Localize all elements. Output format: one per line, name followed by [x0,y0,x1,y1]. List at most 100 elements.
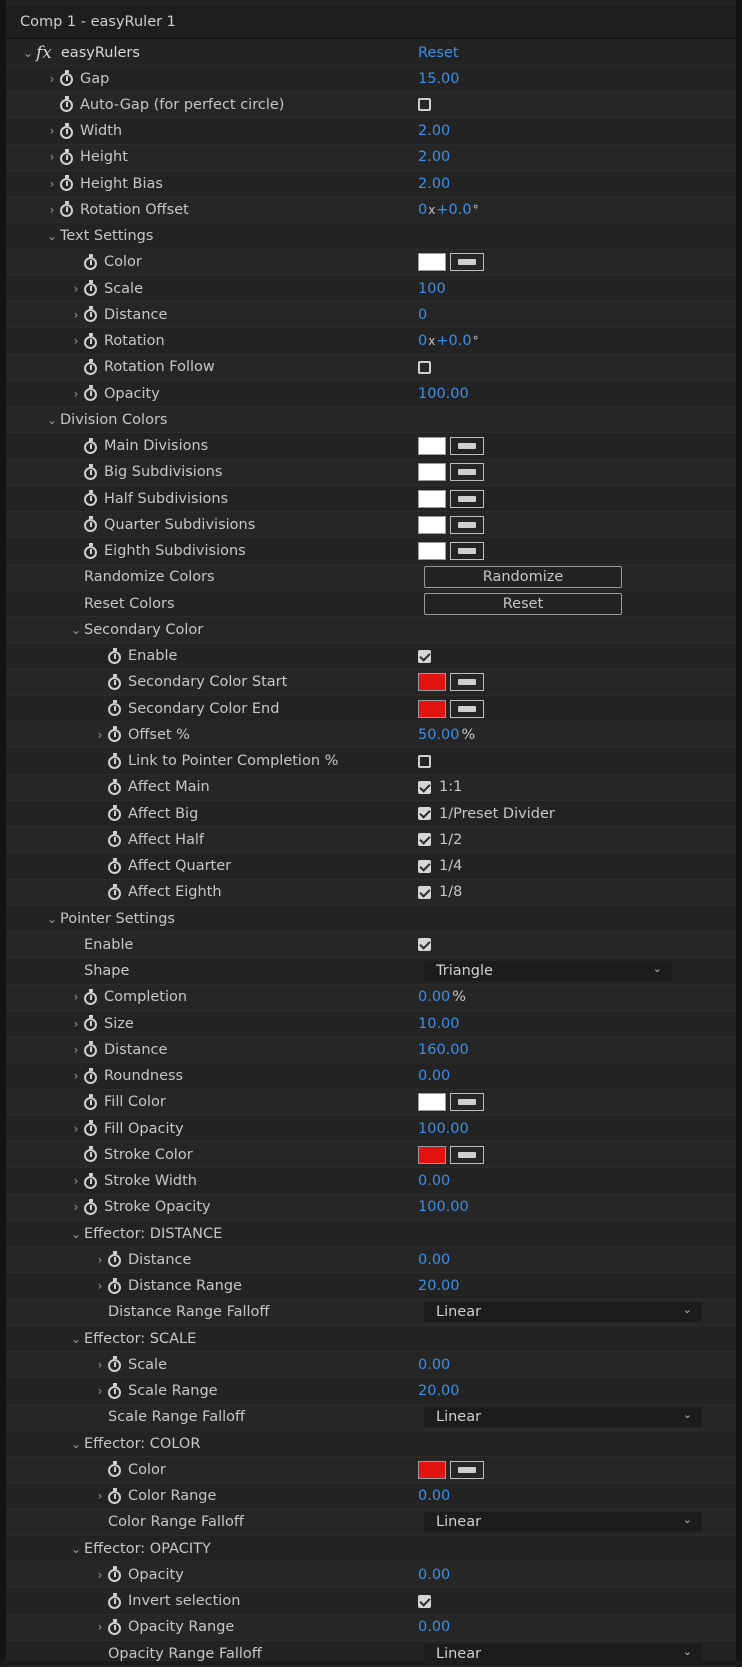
dropdown-select[interactable]: Linear ⌄ [424,1302,702,1323]
property-value[interactable]: 100.00 [418,1194,469,1220]
eyedropper-icon[interactable] [450,542,484,560]
property-row-fill-color[interactable]: Fill Color [6,1089,736,1116]
property-row-invert-selection[interactable]: Invert selection [6,1589,736,1615]
stopwatch-icon[interactable] [108,647,121,664]
stopwatch-icon[interactable] [84,490,97,506]
property-value[interactable]: 10.00 [418,1011,460,1037]
effect-header-row[interactable]: ⌄ fx easyRulers Reset [6,40,736,66]
property-row-affect-big[interactable]: Affect Big 1/Preset Divider [6,801,736,827]
stopwatch-icon[interactable] [60,175,73,191]
stopwatch-icon[interactable] [108,1566,121,1583]
eyedropper-icon[interactable] [450,673,484,692]
property-row-opacity-range-falloff[interactable]: Opacity Range Falloff Linear ⌄ [6,1641,736,1667]
property-row-affect-half[interactable]: Affect Half 1/2 [6,827,736,854]
eyedropper-icon[interactable] [450,253,484,272]
effect-reset-link[interactable]: Reset [418,40,459,66]
property-row-secondary-color-end[interactable]: Secondary Color End [6,696,736,722]
eyedropper-icon[interactable] [450,1093,484,1112]
stopwatch-icon[interactable] [108,726,121,743]
property-row-height[interactable]: › Height 2.00 [6,144,736,171]
color-swatch[interactable] [418,1145,446,1164]
property-value[interactable]: 0.00 [418,1614,450,1640]
property-row-opacity[interactable]: › Opacity 0.00 [6,1562,736,1589]
chevron-right-icon[interactable]: › [68,1017,84,1031]
chevron-right-icon[interactable]: › [68,387,84,401]
property-row-affect-main[interactable]: Affect Main 1:1 [6,774,736,801]
property-row-main-divisions[interactable]: Main Divisions [6,434,736,460]
property-value[interactable]: 0.00 [418,1168,450,1194]
property-row-offset[interactable]: › Offset % 50.00% [6,722,736,749]
property-row-scale[interactable]: › Scale 0.00 [6,1352,736,1379]
property-value[interactable]: 2.00 [418,118,450,144]
checkbox[interactable] [418,649,431,663]
property-row-enable[interactable]: Enable [6,644,736,670]
chevron-down-icon[interactable]: ⌄ [20,46,36,60]
property-row-effector-distance[interactable]: ⌄ Effector: DISTANCE [6,1221,736,1247]
property-value[interactable]: 0.00 [418,1063,450,1089]
stopwatch-icon[interactable] [84,385,97,401]
stopwatch-icon[interactable] [108,673,121,690]
stopwatch-icon[interactable] [84,1015,97,1031]
chevron-right-icon[interactable]: › [68,1200,84,1214]
property-row-eighth-subdivisions[interactable]: Eighth Subdivisions [6,539,736,565]
property-row-distance-range-falloff[interactable]: Distance Range Falloff Linear ⌄ [6,1299,736,1326]
dropdown-caret-icon[interactable]: ⌄ [653,962,662,975]
stopwatch-icon[interactable] [108,1277,121,1294]
chevron-down-icon[interactable]: ⌄ [68,1542,84,1556]
checkbox[interactable] [418,1594,431,1608]
stopwatch-icon[interactable] [108,883,121,900]
property-row-roundness[interactable]: › Roundness 0.00 [6,1064,736,1090]
property-row-secondary-color-start[interactable]: Secondary Color Start [6,669,736,696]
property-row-rotation-follow[interactable]: Rotation Follow [6,354,736,381]
stopwatch-icon[interactable] [108,700,121,716]
chevron-right-icon[interactable]: › [68,1069,84,1083]
stopwatch-icon[interactable] [108,1592,121,1609]
property-row-randomize-colors[interactable]: Randomize Colors Randomize [6,564,736,591]
property-value[interactable]: 20.00 [418,1378,460,1404]
property-row-enable[interactable]: Enable [6,932,736,959]
property-row-fill-opacity[interactable]: › Fill Opacity 100.00 [6,1116,736,1142]
stopwatch-icon[interactable] [84,1146,97,1163]
property-row-color-range[interactable]: › Color Range 0.00 [6,1484,736,1510]
property-value[interactable]: 100.00 [418,381,469,407]
checkbox[interactable] [418,360,431,374]
property-value[interactable]: 0.00 [418,1352,450,1378]
chevron-right-icon[interactable]: › [44,203,60,217]
property-row-link-to-pointer-completion[interactable]: Link to Pointer Completion % [6,749,736,775]
property-row-rotation[interactable]: › Rotation 0 x +0.0 ° [6,329,736,355]
stopwatch-icon[interactable] [108,1382,121,1399]
property-row-effector-opacity[interactable]: ⌄ Effector: OPACITY [6,1536,736,1562]
property-value[interactable]: 20.00 [418,1273,460,1299]
checkbox[interactable] [418,833,431,847]
chevron-right-icon[interactable]: › [44,124,60,138]
dropdown-select[interactable]: Linear ⌄ [424,1407,702,1428]
property-row-text-settings[interactable]: ⌄ Text Settings [6,224,736,250]
property-value[interactable]: 0.00 [418,1483,450,1509]
chevron-right-icon[interactable]: › [92,1568,108,1582]
chevron-right-icon[interactable]: › [68,308,84,322]
property-value[interactable]: 100.00 [418,1116,469,1142]
stopwatch-icon[interactable] [108,1356,121,1373]
color-swatch[interactable] [418,699,446,718]
stopwatch-icon[interactable] [84,1198,97,1215]
property-value[interactable]: 0 [418,302,427,328]
stopwatch-icon[interactable] [60,201,73,218]
chevron-right-icon[interactable]: › [92,1358,108,1372]
checkbox[interactable] [418,938,431,952]
checkbox[interactable] [418,885,431,899]
stopwatch-icon[interactable] [108,1251,121,1268]
dropdown-select[interactable]: Linear ⌄ [424,1512,702,1533]
eyedropper-icon[interactable] [450,463,484,482]
stopwatch-icon[interactable] [84,516,97,533]
property-row-width[interactable]: › Width 2.00 [6,119,736,145]
checkbox[interactable] [418,807,431,820]
checkbox[interactable] [418,98,431,112]
chevron-right-icon[interactable]: › [92,1489,108,1503]
chevron-down-icon[interactable]: ⌄ [44,413,60,427]
property-row-stroke-opacity[interactable]: › Stroke Opacity 100.00 [6,1194,736,1221]
property-row-effector-color[interactable]: ⌄ Effector: COLOR [6,1431,736,1457]
color-swatch[interactable] [418,489,446,508]
property-row-gap[interactable]: › Gap 15.00 [6,66,736,92]
chevron-right-icon[interactable]: › [92,1620,108,1634]
chevron-right-icon[interactable]: › [68,282,84,296]
